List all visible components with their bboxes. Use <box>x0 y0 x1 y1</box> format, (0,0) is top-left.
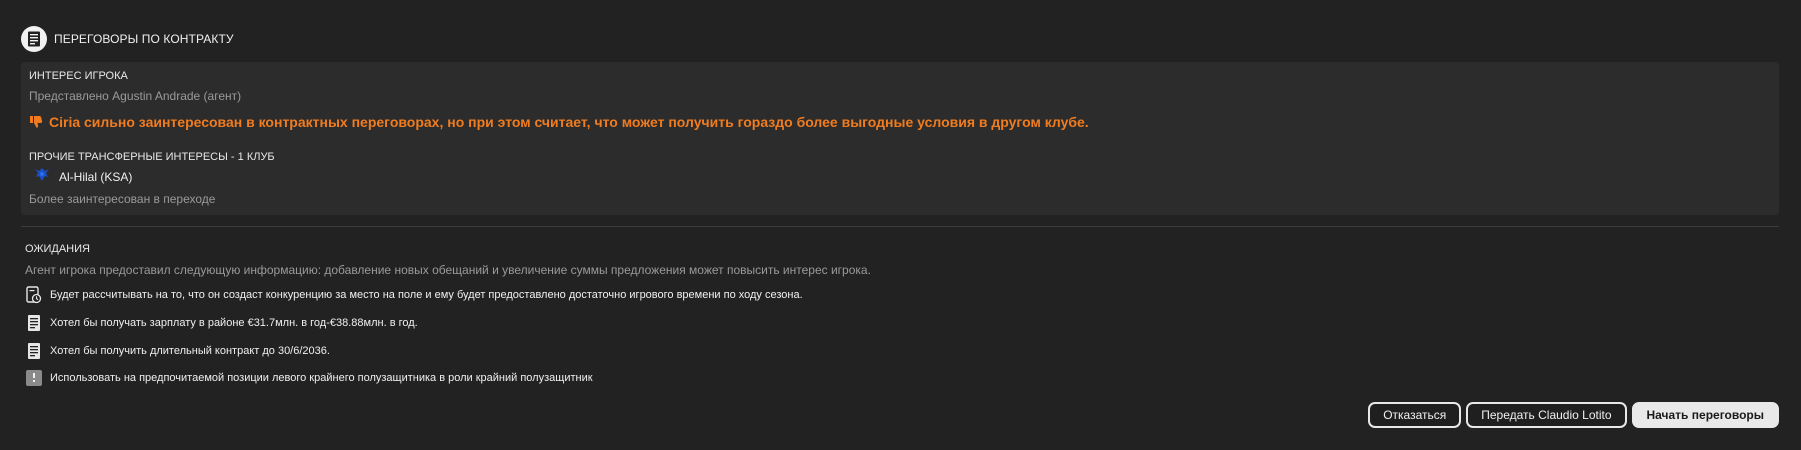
panel-header: ПЕРЕГОВОРЫ ПО КОНТРАКТУ <box>21 26 234 52</box>
club-name: Al-Hilal (KSA) <box>59 169 133 184</box>
expectation-item: Хотел бы получить длительный контракт до… <box>25 342 330 360</box>
al-hilal-crest-icon <box>33 167 51 186</box>
player-interest-section: ИНТЕРЕС ИГРОКА Представлено Agustin Andr… <box>21 62 1779 215</box>
interested-club-row[interactable]: Al-Hilal (KSA) <box>33 167 132 186</box>
expectation-text: Использовать на предпочитаемой позиции л… <box>50 372 593 384</box>
expectation-item: Использовать на предпочитаемой позиции л… <box>25 369 593 387</box>
page-title: ПЕРЕГОВОРЫ ПО КОНТРАКТУ <box>54 32 234 46</box>
delegate-button[interactable]: Передать Claudio Lotito <box>1466 402 1627 428</box>
interest-warning-text: Ciria сильно заинтересован в контрактных… <box>49 114 1089 130</box>
expectation-item: Хотел бы получать зарплату в районе €31.… <box>25 314 418 332</box>
expectation-text: Хотел бы получить длительный контракт до… <box>50 345 330 357</box>
agent-representation: Представлено Agustin Andrade (агент) <box>29 89 242 103</box>
expectations-subtitle: Агент игрока предоставил следующую инфор… <box>25 263 871 277</box>
contract-negotiation-panel: ПЕРЕГОВОРЫ ПО КОНТРАКТУ ИНТЕРЕС ИГРОКА П… <box>0 0 1801 450</box>
expectation-text: Будет рассчитывать на то, что он создаст… <box>50 289 803 301</box>
player-interest-label: ИНТЕРЕС ИГРОКА <box>29 70 128 82</box>
thumbs-down-icon <box>30 116 43 128</box>
section-divider <box>21 226 1779 227</box>
position-icon <box>25 369 43 387</box>
interest-warning: Ciria сильно заинтересован в контрактных… <box>29 114 1089 130</box>
playing-time-icon <box>25 286 43 304</box>
contract-document-icon <box>25 342 43 360</box>
start-negotiations-button[interactable]: Начать переговоры <box>1631 402 1779 428</box>
contract-document-icon <box>25 314 43 332</box>
expectations-title: ОЖИДАНИЯ <box>25 243 90 255</box>
club-interest-status: Более заинтересован в переходе <box>29 192 216 206</box>
expectation-item: Будет рассчитывать на то, что он создаст… <box>25 286 803 304</box>
expectation-text: Хотел бы получать зарплату в районе €31.… <box>50 317 418 329</box>
contract-document-icon <box>21 26 47 52</box>
other-interests-label: ПРОЧИЕ ТРАНСФЕРНЫЕ ИНТЕРЕСЫ - 1 КЛУБ <box>29 151 275 163</box>
action-buttons: Отказаться Передать Claudio Lotito Начат… <box>1368 402 1779 428</box>
decline-button[interactable]: Отказаться <box>1368 402 1462 428</box>
